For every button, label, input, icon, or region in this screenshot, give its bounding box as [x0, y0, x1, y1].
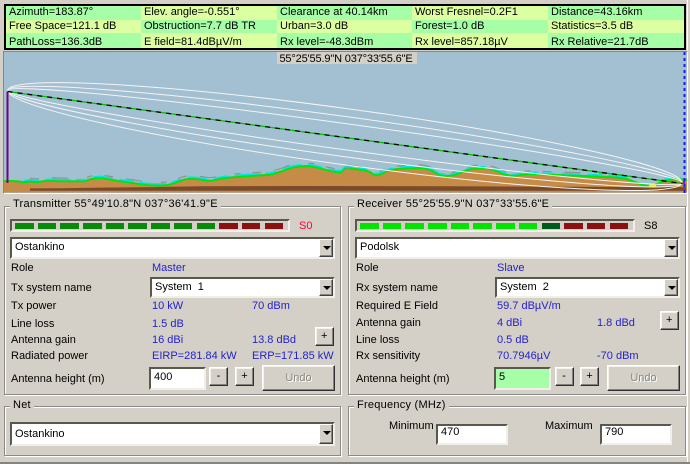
- svg-text:55°25'55.9"N 037°33'55.6"E: 55°25'55.9"N 037°33'55.6"E: [279, 53, 412, 65]
